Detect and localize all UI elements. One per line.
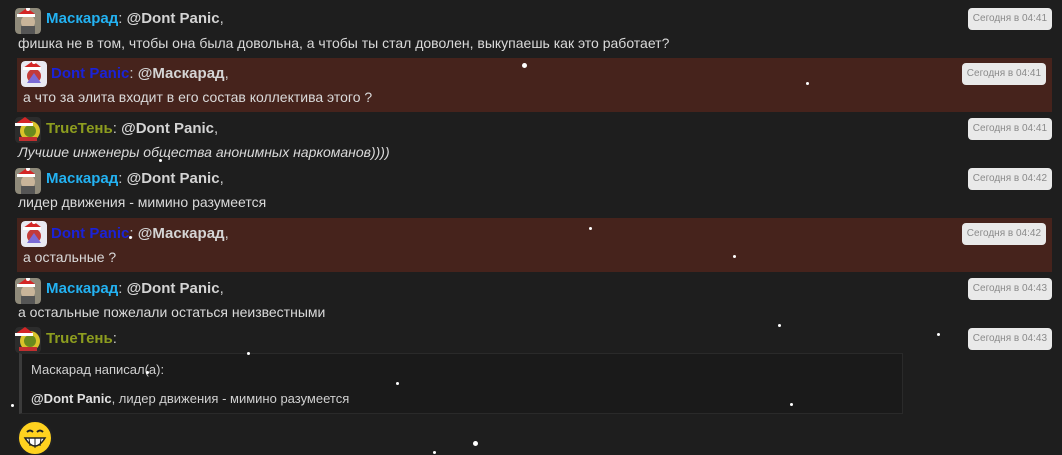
- username-separator: :: [118, 280, 123, 297]
- snowflake: [159, 159, 162, 162]
- snowflake: [247, 352, 250, 355]
- timestamp[interactable]: Сегодня в 04:41: [967, 118, 1052, 140]
- mention-suffix: ,: [219, 10, 224, 27]
- message-text: Лучшие инженеры общества анонимных нарко…: [18, 144, 390, 160]
- snowflake: [129, 236, 132, 239]
- snowflake: [589, 227, 592, 230]
- username-separator: :: [112, 120, 117, 137]
- grinning-face-icon: [17, 420, 53, 455]
- username-separator: :: [118, 170, 123, 187]
- quote-text: @Dont Panic, лидер движения - мимино раз…: [31, 391, 349, 406]
- quote-block: Маскарад написал(а): @Dont Panic, лидер …: [19, 353, 903, 414]
- message-text: фишка не в том, чтобы она была довольна,…: [18, 35, 670, 51]
- username-separator: :: [129, 65, 134, 82]
- timestamp[interactable]: Сегодня в 04:42: [967, 168, 1052, 190]
- message-text: а что за элита входит в его состав колле…: [23, 89, 373, 105]
- mention[interactable]: @Dont Panic: [127, 10, 220, 27]
- snowflake: [790, 403, 793, 406]
- mention[interactable]: @Dont Panic: [121, 120, 214, 137]
- username-link[interactable]: Маскарад: [46, 170, 118, 187]
- chat-log: Маскарад: @Dont Panic, фишка не в том, ч…: [0, 0, 1062, 455]
- avatar-dont-panic[interactable]: [21, 221, 47, 247]
- chat-message: Маскарад: @Dont Panic, а остальные пожел…: [12, 274, 1052, 324]
- chat-message: TrueТень: @Dont Panic, Лучшие инженеры о…: [12, 114, 1052, 164]
- snowflake: [11, 404, 14, 407]
- mention-suffix: ,: [224, 225, 229, 242]
- username-separator: :: [129, 225, 134, 242]
- timestamp[interactable]: Сегодня в 04:41: [967, 8, 1052, 30]
- snowflake: [522, 63, 527, 68]
- chat-message: Маскарад: @Dont Panic, фишка не в том, ч…: [12, 4, 1052, 54]
- quote-mention[interactable]: @Dont Panic: [31, 391, 112, 406]
- snowflake: [433, 451, 436, 454]
- username-separator: :: [118, 10, 123, 27]
- snowflake: [396, 382, 399, 385]
- chat-message-highlighted: Dont Panic: @Маскарад, а что за элита вх…: [17, 58, 1052, 112]
- avatar-truet[interactable]: [15, 327, 41, 353]
- chat-message-highlighted: Dont Panic: @Маскарад, а остальные ? Сег…: [17, 218, 1052, 272]
- mention-suffix: ,: [219, 280, 224, 297]
- avatar-truet[interactable]: [15, 117, 41, 143]
- snowflake: [733, 255, 736, 258]
- snowflake: [146, 371, 149, 374]
- mention-suffix: ,: [219, 170, 224, 187]
- quote-author: Маскарад написал(а):: [31, 362, 165, 377]
- timestamp[interactable]: Сегодня в 04:43: [967, 328, 1052, 350]
- username-link[interactable]: Dont Panic: [51, 65, 129, 82]
- quote-body-text: , лидер движения - мимино разумеется: [111, 391, 350, 406]
- avatar-maskarad[interactable]: [15, 168, 41, 194]
- username-link[interactable]: Маскарад: [46, 280, 118, 297]
- mention[interactable]: @Dont Panic: [127, 280, 220, 297]
- username-separator: :: [112, 330, 117, 347]
- message-text: лидер движения - мимино разумеется: [18, 194, 267, 210]
- username-link[interactable]: TrueТень: [46, 120, 113, 137]
- avatar-maskarad[interactable]: [15, 8, 41, 34]
- snowflake: [937, 333, 940, 336]
- username-link[interactable]: TrueТень: [46, 330, 113, 347]
- avatar-dont-panic[interactable]: [21, 61, 47, 87]
- chat-message: Маскарад: @Dont Panic, лидер движения - …: [12, 164, 1052, 214]
- message-text: а остальные ?: [23, 249, 117, 265]
- mention[interactable]: @Маскарад: [138, 65, 225, 82]
- snowflake: [778, 324, 781, 327]
- timestamp[interactable]: Сегодня в 04:42: [961, 223, 1046, 245]
- username-link[interactable]: Маскарад: [46, 10, 118, 27]
- timestamp[interactable]: Сегодня в 04:41: [961, 63, 1046, 85]
- timestamp[interactable]: Сегодня в 04:43: [967, 278, 1052, 300]
- mention[interactable]: @Маскарад: [138, 225, 225, 242]
- username-link[interactable]: Dont Panic: [51, 225, 129, 242]
- mention-suffix: ,: [214, 120, 219, 137]
- snowflake: [473, 441, 478, 446]
- avatar-maskarad[interactable]: [15, 278, 41, 304]
- mention[interactable]: @Dont Panic: [127, 170, 220, 187]
- message-text: а остальные пожелали остаться неизвестны…: [18, 304, 326, 320]
- snowflake: [806, 82, 809, 85]
- mention-suffix: ,: [224, 65, 229, 82]
